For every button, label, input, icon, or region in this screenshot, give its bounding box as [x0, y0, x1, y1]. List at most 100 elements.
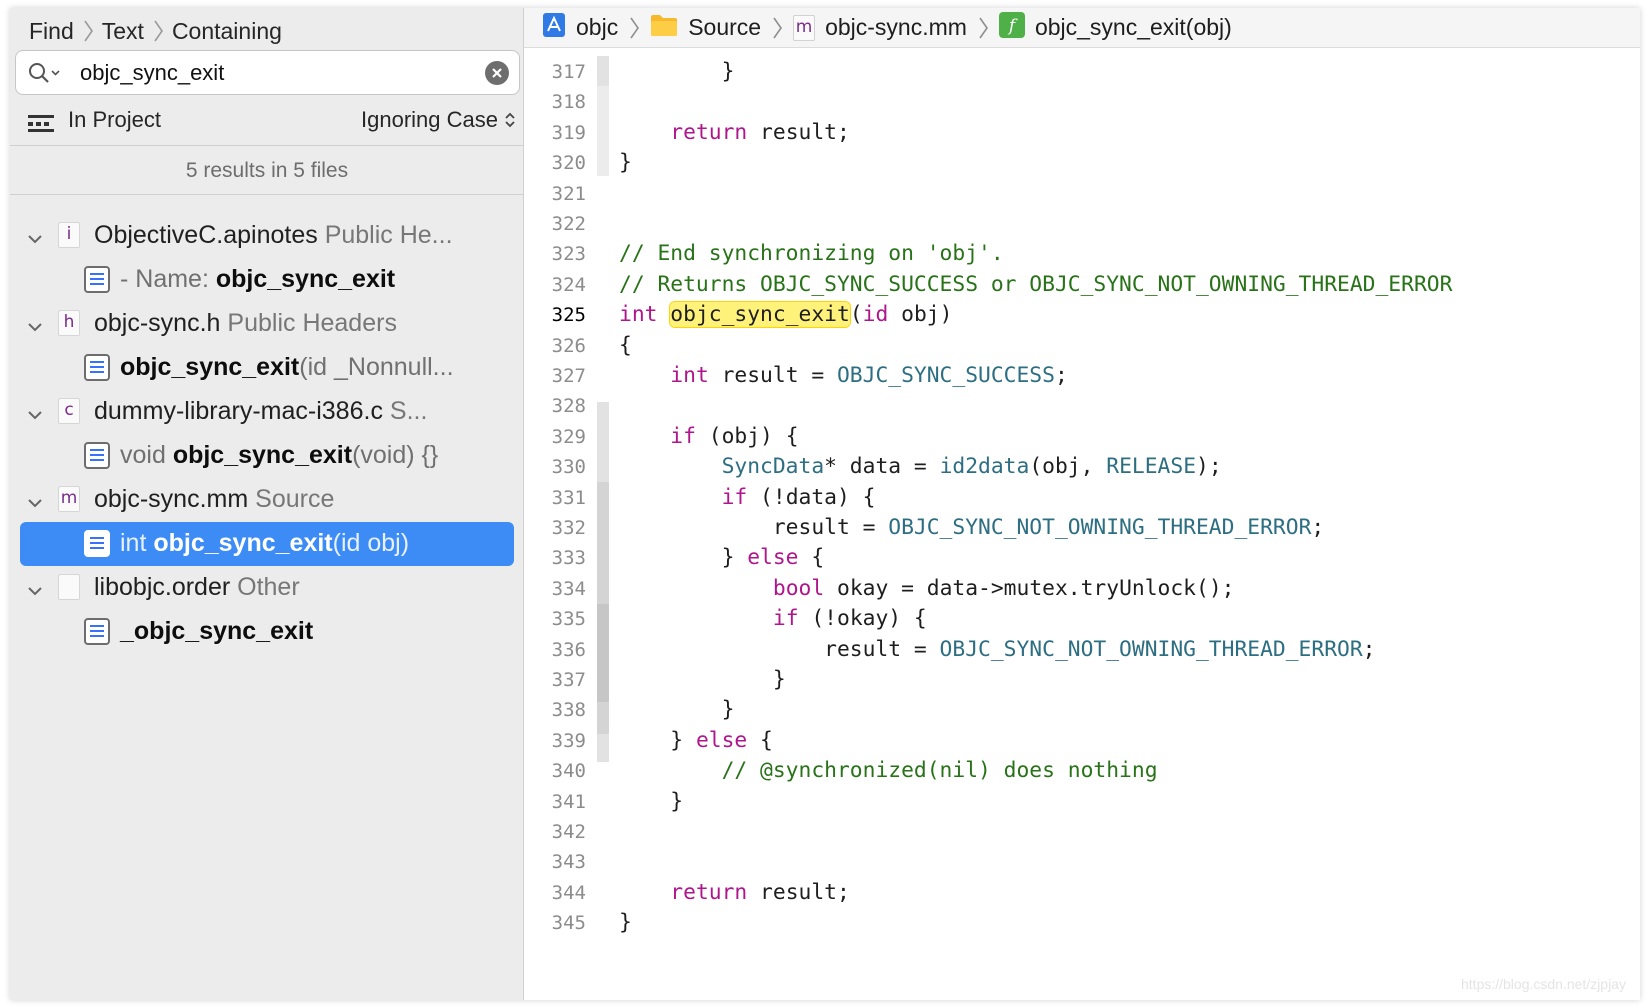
jumpbar-file-label: objc-sync.mm	[825, 14, 967, 40]
line-number[interactable]: 339	[524, 725, 586, 757]
code-line: } else {	[619, 542, 825, 574]
file-name: objc-sync.mm	[94, 485, 249, 513]
code-token: // @synchronized(nil) does nothing	[721, 758, 1158, 784]
line-number[interactable]: 341	[524, 786, 586, 818]
code-token: }	[619, 788, 684, 814]
line-number[interactable]: 320	[524, 147, 586, 179]
code-line: int objc_sync_exit(id obj)	[619, 299, 952, 331]
match-keyword: objc_sync_exit	[215, 265, 396, 293]
code-token: int	[619, 302, 658, 328]
text-match-icon	[84, 530, 110, 557]
disclosure-chevron-icon[interactable]	[26, 490, 44, 519]
function-symbol-icon: f	[998, 11, 1025, 44]
code-token: return	[670, 879, 748, 905]
result-match-row[interactable]: _objc_sync_exit	[10, 610, 524, 654]
line-number[interactable]: 338	[524, 694, 586, 726]
line-number[interactable]: 328	[524, 390, 586, 422]
match-suffix: (id _Nonnull...	[299, 353, 454, 381]
text-match-icon	[84, 266, 110, 293]
jumpbar-folder[interactable]: Source	[650, 13, 761, 43]
code-line: }	[619, 907, 632, 939]
line-number[interactable]: 335	[524, 603, 586, 635]
result-file-row[interactable]: i ObjectiveC.apinotes Public He...	[10, 214, 524, 258]
match-keyword: _objc_sync_exit	[120, 617, 314, 645]
line-number[interactable]: 318	[524, 86, 586, 118]
line-number[interactable]: 323	[524, 238, 586, 270]
line-number[interactable]: 332	[524, 512, 586, 544]
line-number[interactable]: 333	[524, 542, 586, 574]
code-token: else	[747, 545, 799, 571]
match-text: int objc_sync_exit(id obj)	[120, 529, 409, 558]
breadcrumb-containing[interactable]: Containing	[172, 18, 282, 45]
case-sensitivity-popup[interactable]: Ignoring Case	[361, 107, 516, 133]
result-file-row[interactable]: libobjc.order Other	[10, 566, 524, 610]
line-number[interactable]: 327	[524, 360, 586, 392]
line-number[interactable]: 345	[524, 907, 586, 939]
code-token: id	[862, 302, 889, 328]
result-file-row[interactable]: c dummy-library-mac-i386.c S...	[10, 390, 524, 434]
line-number[interactable]: 344	[524, 877, 586, 909]
code-token: );	[1196, 454, 1222, 480]
scope-in-project[interactable]: In Project	[68, 107, 161, 133]
line-number[interactable]: 319	[524, 117, 586, 149]
jumpbar-function[interactable]: f objc_sync_exit(obj)	[998, 11, 1232, 44]
code-token: }	[619, 59, 735, 84]
code-token: }	[619, 910, 632, 936]
line-number[interactable]: 329	[524, 421, 586, 453]
jumpbar-project-label: objc	[576, 14, 619, 40]
search-match-highlight: objc_sync_exit	[670, 302, 850, 328]
code-area[interactable]: } return result;} // End synchronizing on…	[619, 56, 1629, 1000]
line-number[interactable]: 343	[524, 846, 586, 878]
search-input[interactable]: objc_sync_exit	[80, 60, 224, 86]
jumpbar-folder-label: Source	[688, 14, 762, 40]
line-number[interactable]: 342	[524, 816, 586, 848]
search-options-icon[interactable]	[28, 62, 62, 89]
result-file-row[interactable]: m objc-sync.mm Source	[10, 478, 524, 522]
code-line: }	[619, 664, 786, 696]
line-number[interactable]: 336	[524, 634, 586, 666]
result-match-row[interactable]: void objc_sync_exit(void) {}	[10, 434, 524, 478]
result-file-name: ObjectiveC.apinotes Public He...	[94, 221, 453, 250]
breadcrumb-find[interactable]: Find	[29, 18, 74, 45]
disclosure-chevron-icon[interactable]	[26, 226, 44, 255]
result-file-row[interactable]: h objc-sync.h Public Headers	[10, 302, 524, 346]
line-number[interactable]: 334	[524, 573, 586, 605]
line-number[interactable]: 330	[524, 451, 586, 483]
jumpbar-file[interactable]: m objc-sync.mm	[793, 14, 967, 41]
line-number[interactable]: 324	[524, 269, 586, 301]
result-match-row[interactable]: - Name: objc_sync_exit	[10, 258, 524, 302]
code-token: result;	[747, 119, 850, 145]
line-number[interactable]: 321	[524, 178, 586, 210]
jumpbar-project[interactable]: objc	[542, 12, 618, 44]
line-number[interactable]: 340	[524, 755, 586, 787]
clear-search-icon[interactable]	[485, 61, 509, 85]
disclosure-chevron-icon[interactable]	[26, 402, 44, 431]
file-type-icon	[58, 574, 80, 600]
line-number[interactable]: 322	[524, 208, 586, 240]
scope-icon[interactable]	[28, 113, 54, 139]
code-token: (	[849, 302, 863, 328]
jumpbar-separator-icon	[977, 15, 989, 41]
line-number-gutter: 317 318 319 320 321 322 323 324 325 326 327 328 329 3…	[524, 56, 594, 1000]
code-token: OBJC_SYNC_NOT_OWNING_THREAD_ERROR	[888, 515, 1312, 540]
line-number[interactable]: 331	[524, 482, 586, 514]
line-number[interactable]: 325	[524, 299, 586, 331]
result-match-row-selected[interactable]: int objc_sync_exit(id obj)	[10, 522, 524, 566]
line-number[interactable]: 326	[524, 330, 586, 362]
line-number[interactable]: 337	[524, 664, 586, 696]
line-number[interactable]: 317	[524, 56, 586, 88]
search-scope-bar: In Project Ignoring Case	[28, 105, 516, 139]
disclosure-chevron-icon[interactable]	[26, 314, 44, 343]
code-token: OBJC_SYNC_NOT_OWNING_THREAD_ERROR	[939, 636, 1363, 662]
result-match-row[interactable]: objc_sync_exit(id _Nonnull...	[10, 346, 524, 390]
code-token: result;	[747, 879, 850, 905]
code-token: if	[670, 423, 696, 449]
code-folding-ribbon[interactable]	[597, 56, 609, 1000]
disclosure-chevron-icon[interactable]	[26, 578, 44, 607]
search-field[interactable]: objc_sync_exit	[15, 50, 520, 95]
breadcrumb-text[interactable]: Text	[102, 18, 144, 45]
